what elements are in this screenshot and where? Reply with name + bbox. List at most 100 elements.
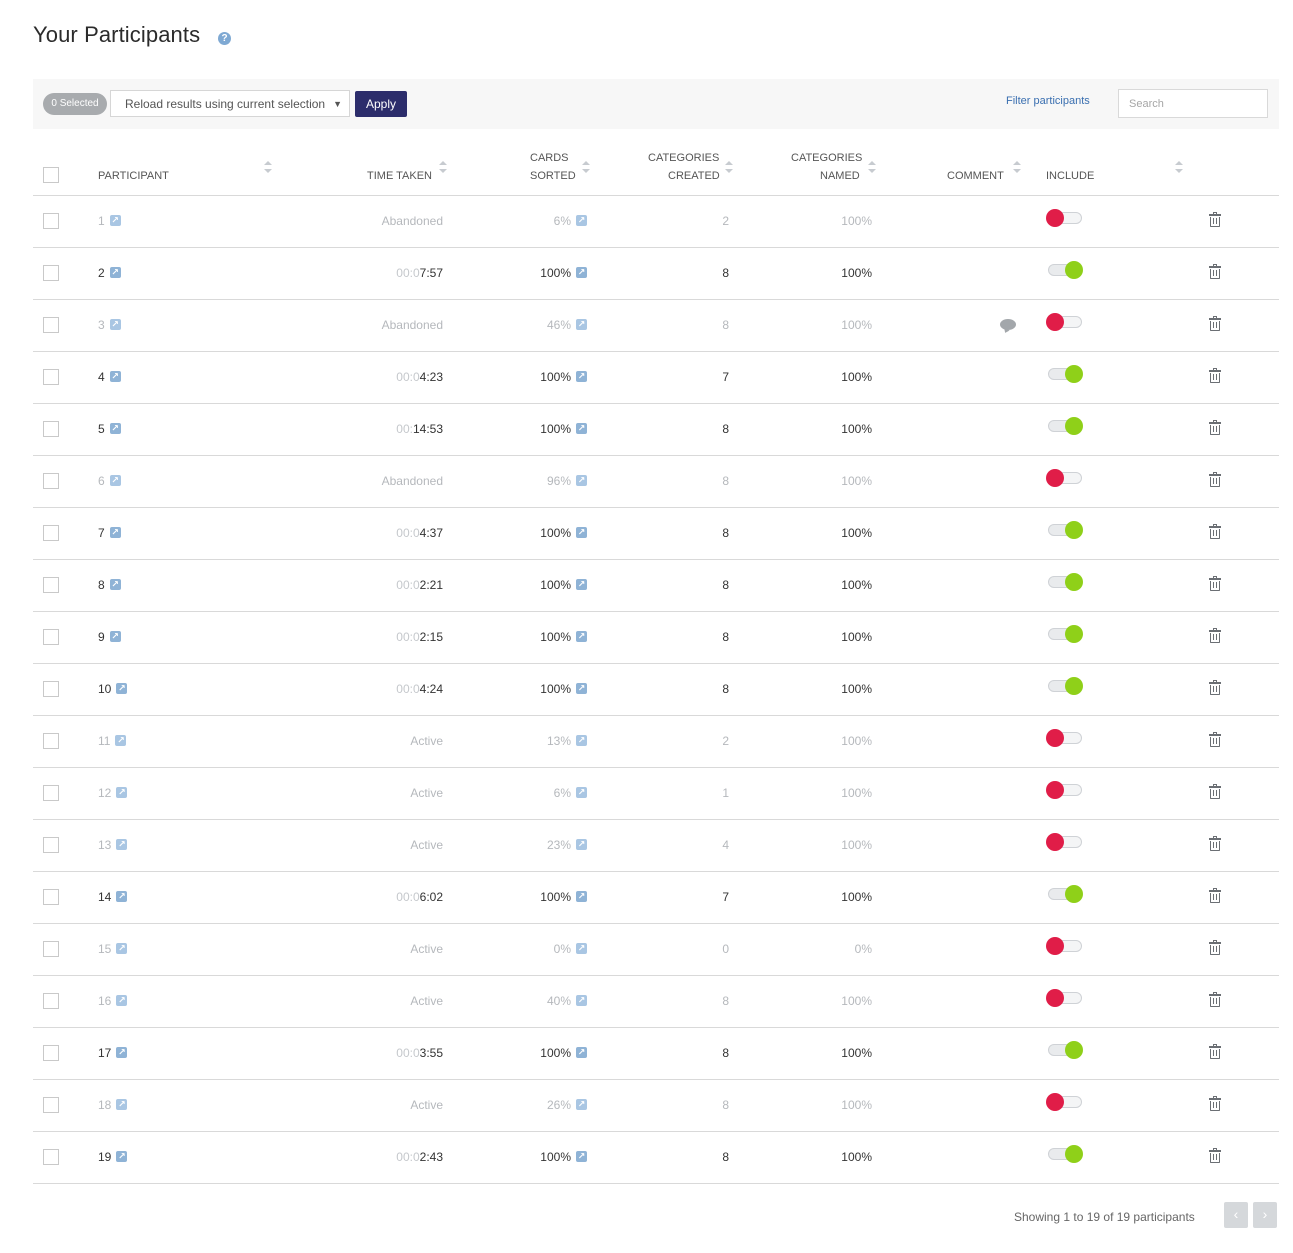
- trash-icon[interactable]: [1209, 316, 1221, 331]
- row-checkbox[interactable]: [43, 577, 59, 593]
- cards-sorted-cell[interactable]: 100%: [483, 404, 587, 455]
- include-toggle[interactable]: [1046, 937, 1082, 955]
- column-header-comment[interactable]: COMMENT: [947, 167, 1004, 185]
- include-toggle[interactable]: [1046, 469, 1082, 487]
- column-header-categories-named-line2[interactable]: NAMED: [820, 167, 860, 185]
- include-toggle[interactable]: [1046, 365, 1083, 383]
- help-icon[interactable]: ?: [218, 32, 231, 45]
- include-toggle[interactable]: [1046, 729, 1082, 747]
- apply-button[interactable]: Apply: [355, 91, 407, 117]
- link-icon[interactable]: [109, 317, 121, 331]
- row-checkbox[interactable]: [43, 473, 59, 489]
- row-checkbox[interactable]: [43, 681, 59, 697]
- link-icon[interactable]: [576, 317, 587, 331]
- link-icon[interactable]: [576, 733, 587, 747]
- row-checkbox[interactable]: [43, 837, 59, 853]
- participant-cell[interactable]: 19: [98, 1132, 128, 1183]
- participant-cell[interactable]: 17: [98, 1028, 128, 1079]
- participant-cell[interactable]: 10: [98, 664, 128, 715]
- reload-results-select[interactable]: Reload results using current selection ▼: [110, 90, 350, 117]
- trash-icon[interactable]: [1209, 1044, 1221, 1059]
- link-icon[interactable]: [576, 889, 587, 903]
- participant-cell[interactable]: 2: [98, 248, 121, 299]
- participant-cell[interactable]: 5: [98, 404, 121, 455]
- chevron-left-icon[interactable]: ‹: [1224, 1202, 1248, 1228]
- cards-sorted-cell[interactable]: 23%: [483, 820, 587, 871]
- sort-icon[interactable]: [725, 161, 733, 175]
- trash-icon[interactable]: [1209, 628, 1221, 643]
- link-icon[interactable]: [576, 213, 587, 227]
- participant-cell[interactable]: 9: [98, 612, 121, 663]
- cards-sorted-cell[interactable]: 46%: [483, 300, 587, 351]
- link-icon[interactable]: [116, 1097, 128, 1111]
- column-header-participant[interactable]: PARTICIPANT: [98, 167, 169, 185]
- comment-icon[interactable]: [1000, 319, 1016, 330]
- include-toggle[interactable]: [1046, 1145, 1083, 1163]
- row-checkbox[interactable]: [43, 941, 59, 957]
- participant-cell[interactable]: 7: [98, 508, 121, 559]
- link-icon[interactable]: [116, 889, 128, 903]
- cards-sorted-cell[interactable]: 100%: [483, 872, 587, 923]
- participant-cell[interactable]: 6: [98, 456, 121, 507]
- trash-icon[interactable]: [1209, 992, 1221, 1007]
- trash-icon[interactable]: [1209, 680, 1221, 695]
- participant-cell[interactable]: 11: [98, 716, 127, 767]
- link-icon[interactable]: [576, 1097, 587, 1111]
- trash-icon[interactable]: [1209, 784, 1221, 799]
- link-icon[interactable]: [576, 785, 587, 799]
- link-icon[interactable]: [115, 733, 127, 747]
- trash-icon[interactable]: [1209, 888, 1221, 903]
- row-checkbox[interactable]: [43, 369, 59, 385]
- cards-sorted-cell[interactable]: 13%: [483, 716, 587, 767]
- include-toggle[interactable]: [1046, 781, 1082, 799]
- link-icon[interactable]: [576, 525, 587, 539]
- trash-icon[interactable]: [1209, 472, 1221, 487]
- include-toggle[interactable]: [1046, 1041, 1083, 1059]
- column-header-include[interactable]: INCLUDE: [1046, 167, 1094, 185]
- include-toggle[interactable]: [1046, 1093, 1082, 1111]
- include-toggle[interactable]: [1046, 521, 1083, 539]
- include-toggle[interactable]: [1046, 833, 1082, 851]
- row-checkbox[interactable]: [43, 889, 59, 905]
- link-icon[interactable]: [109, 421, 121, 435]
- participant-cell[interactable]: 18: [98, 1080, 128, 1131]
- cards-sorted-cell[interactable]: 100%: [483, 352, 587, 403]
- link-icon[interactable]: [116, 1045, 128, 1059]
- link-icon[interactable]: [576, 1149, 587, 1163]
- trash-icon[interactable]: [1209, 524, 1221, 539]
- participant-cell[interactable]: 1: [98, 196, 121, 247]
- column-header-cards-sorted-line1[interactable]: CARDS: [530, 149, 569, 167]
- sort-icon[interactable]: [868, 161, 876, 175]
- row-checkbox[interactable]: [43, 213, 59, 229]
- link-icon[interactable]: [116, 941, 128, 955]
- sort-icon[interactable]: [1175, 161, 1183, 175]
- trash-icon[interactable]: [1209, 212, 1221, 227]
- cards-sorted-cell[interactable]: 100%: [483, 508, 587, 559]
- sort-icon[interactable]: [439, 161, 447, 175]
- trash-icon[interactable]: [1209, 940, 1221, 955]
- search-input[interactable]: [1118, 89, 1268, 118]
- row-checkbox[interactable]: [43, 629, 59, 645]
- link-icon[interactable]: [576, 577, 587, 591]
- link-icon[interactable]: [109, 629, 121, 643]
- cards-sorted-cell[interactable]: 100%: [483, 664, 587, 715]
- link-icon[interactable]: [116, 993, 128, 1007]
- link-icon[interactable]: [109, 525, 121, 539]
- link-icon[interactable]: [109, 213, 121, 227]
- cards-sorted-cell[interactable]: 100%: [483, 560, 587, 611]
- trash-icon[interactable]: [1209, 576, 1221, 591]
- participant-cell[interactable]: 12: [98, 768, 128, 819]
- cards-sorted-cell[interactable]: 0%: [483, 924, 587, 975]
- trash-icon[interactable]: [1209, 1096, 1221, 1111]
- link-icon[interactable]: [116, 681, 128, 695]
- link-icon[interactable]: [576, 421, 587, 435]
- filter-participants-link[interactable]: Filter participants: [1006, 95, 1090, 107]
- link-icon[interactable]: [576, 369, 587, 383]
- row-checkbox[interactable]: [43, 421, 59, 437]
- link-icon[interactable]: [116, 785, 128, 799]
- row-checkbox[interactable]: [43, 265, 59, 281]
- trash-icon[interactable]: [1209, 264, 1221, 279]
- sort-icon[interactable]: [582, 161, 590, 175]
- link-icon[interactable]: [576, 629, 587, 643]
- cards-sorted-cell[interactable]: 26%: [483, 1080, 587, 1131]
